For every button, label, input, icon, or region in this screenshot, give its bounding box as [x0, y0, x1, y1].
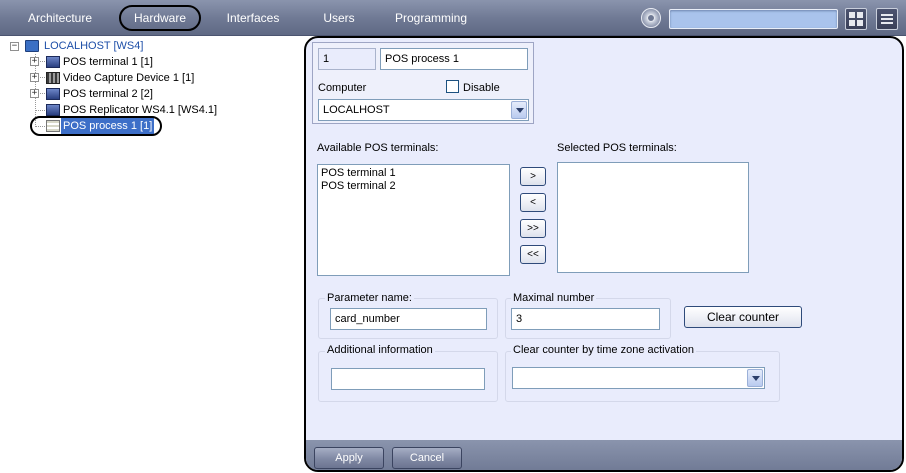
tab-hardware[interactable]: Hardware: [119, 5, 201, 31]
chevron-down-icon[interactable]: [511, 101, 527, 119]
computer-select[interactable]: LOCALHOST: [318, 99, 529, 121]
tree-node-label: POS terminal 1 [1]: [63, 56, 153, 68]
expand-icon[interactable]: +: [30, 89, 39, 98]
time-zone-label: Clear counter by time zone activation: [511, 344, 696, 356]
apply-button[interactable]: Apply: [314, 447, 384, 469]
tree-node-pos-terminal-2[interactable]: + POS terminal 2 [2]: [0, 86, 250, 102]
highlight-circle: [30, 116, 162, 136]
add-all-terminals-button[interactable]: >>: [520, 219, 546, 238]
additional-info-input[interactable]: [331, 368, 485, 390]
computer-label: Computer: [318, 82, 367, 94]
panel-footer: Apply Cancel: [306, 440, 902, 470]
tab-interfaces[interactable]: Interfaces: [222, 5, 284, 31]
expand-icon[interactable]: +: [30, 57, 39, 66]
pos-terminal-icon: [46, 88, 60, 100]
selected-terminals-list[interactable]: [557, 162, 749, 273]
monitor-icon: [25, 40, 39, 52]
top-menu-bar: Architecture Hardware Interfaces Users P…: [0, 0, 906, 36]
tree-node-label: LOCALHOST [WS4]: [44, 40, 144, 52]
tree-node-label: Video Capture Device 1 [1]: [63, 72, 195, 84]
parameter-name-label: Parameter name:: [325, 292, 414, 304]
cancel-button[interactable]: Cancel: [392, 447, 462, 469]
clear-counter-button[interactable]: Clear counter: [684, 306, 802, 328]
search-input[interactable]: [669, 9, 838, 29]
tab-users[interactable]: Users: [318, 5, 360, 31]
list-item[interactable]: POS terminal 2: [321, 180, 506, 193]
pos-terminal-icon: [46, 56, 60, 68]
tree-node-label: POS terminal 2 [2]: [63, 88, 153, 100]
object-name-field[interactable]: [380, 48, 528, 70]
remove-terminal-button[interactable]: <: [520, 193, 546, 212]
computer-select-value: LOCALHOST: [323, 104, 390, 116]
disable-checkbox[interactable]: [446, 80, 459, 93]
tree-node-video-capture-1[interactable]: + Video Capture Device 1 [1]: [0, 70, 250, 86]
maximal-number-input[interactable]: [511, 308, 660, 330]
parameter-name-input[interactable]: [330, 308, 487, 330]
menu-list-icon[interactable]: [876, 8, 898, 30]
chevron-down-icon[interactable]: [747, 369, 763, 387]
list-item[interactable]: POS terminal 1: [321, 167, 506, 180]
tab-programming[interactable]: Programming: [393, 5, 469, 31]
tree-node-root[interactable]: − LOCALHOST [WS4]: [0, 38, 200, 54]
add-terminal-button[interactable]: >: [520, 167, 546, 186]
disable-label: Disable: [463, 82, 500, 94]
collapse-icon[interactable]: −: [10, 42, 19, 51]
additional-info-label: Additional information: [325, 344, 435, 356]
expand-icon[interactable]: +: [30, 73, 39, 82]
selected-terminals-label: Selected POS terminals:: [557, 142, 677, 154]
settings-panel: Computer Disable LOCALHOST Available POS…: [304, 36, 904, 472]
object-header-box: Computer Disable LOCALHOST: [312, 42, 534, 124]
tab-architecture[interactable]: Architecture: [22, 5, 98, 31]
video-capture-icon: [46, 72, 60, 84]
maximal-number-label: Maximal number: [511, 292, 597, 304]
hardware-tree: − LOCALHOST [WS4] + POS terminal 1 [1] +…: [0, 37, 303, 473]
available-terminals-list[interactable]: POS terminal 1 POS terminal 2: [317, 164, 510, 276]
gear-icon[interactable]: [641, 8, 661, 28]
time-zone-select[interactable]: [512, 367, 765, 389]
object-id-field[interactable]: [318, 48, 376, 70]
remove-all-terminals-button[interactable]: <<: [520, 245, 546, 264]
layout-grid-icon[interactable]: [845, 8, 867, 30]
pos-terminal-icon: [46, 104, 60, 116]
tree-node-pos-terminal-1[interactable]: + POS terminal 1 [1]: [0, 54, 250, 70]
available-terminals-label: Available POS terminals:: [317, 142, 439, 154]
